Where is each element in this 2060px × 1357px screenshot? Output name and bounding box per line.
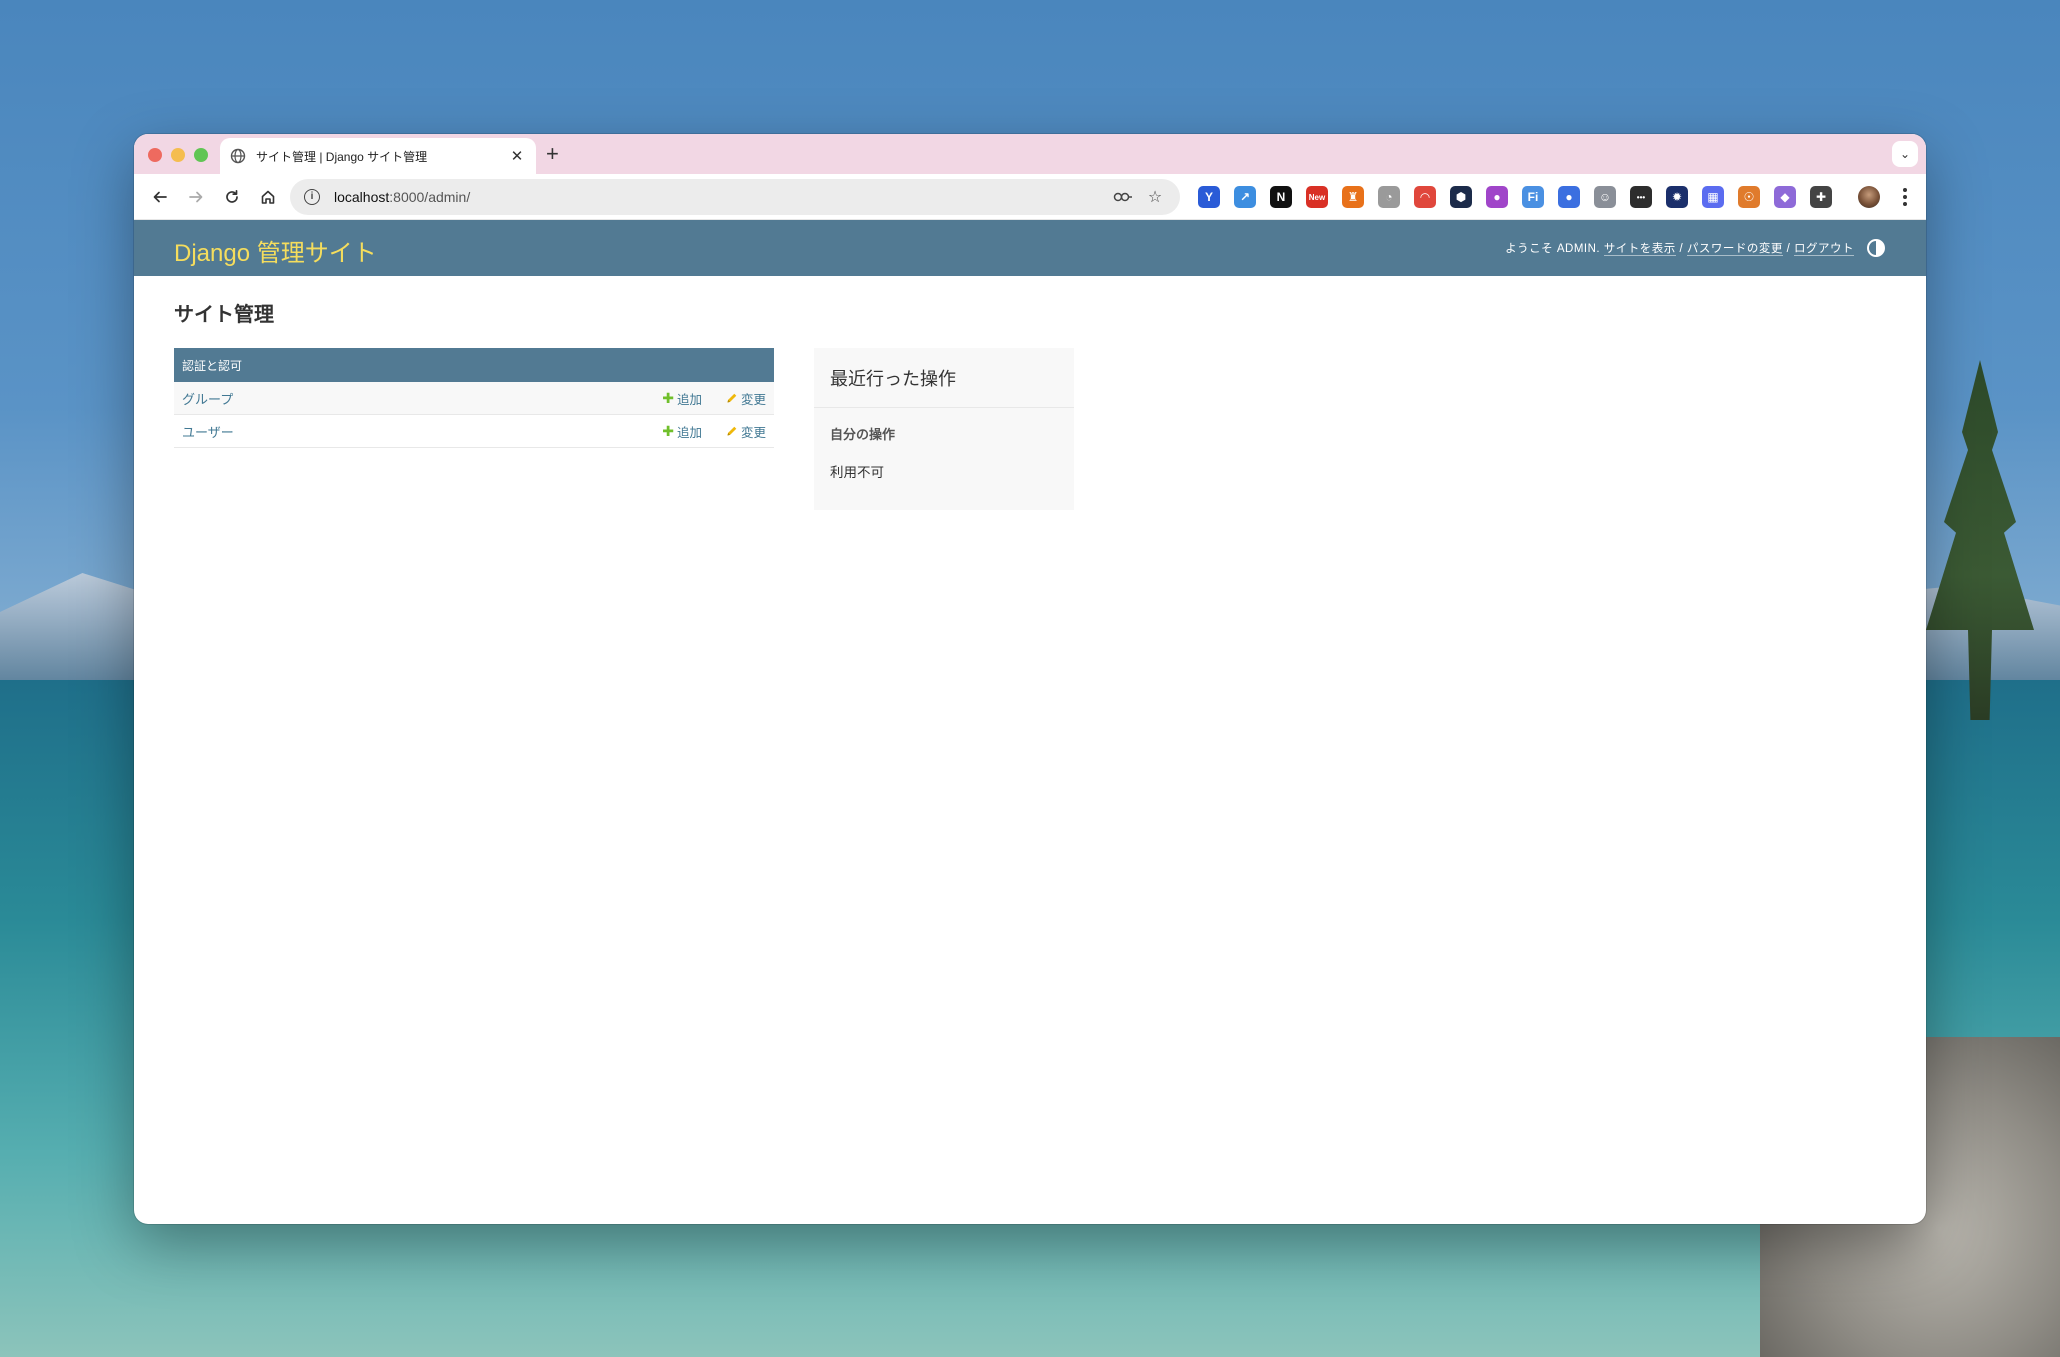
change-group-link[interactable]: 変更 bbox=[726, 389, 766, 408]
change-password-link[interactable]: パスワードの変更 bbox=[1686, 243, 1783, 256]
theme-toggle-icon[interactable] bbox=[1866, 238, 1886, 258]
view-site-link[interactable]: サイトを表示 bbox=[1603, 243, 1676, 256]
snail-icon[interactable]: ☉ bbox=[1738, 186, 1760, 208]
rss-icon[interactable]: ◔ bbox=[1378, 186, 1400, 208]
recent-actions-panel: 最近行った操作 自分の操作 利用不可 bbox=[814, 348, 1074, 510]
sunburst-icon[interactable]: ✹ bbox=[1666, 186, 1688, 208]
v-logo-icon[interactable]: Y bbox=[1198, 186, 1220, 208]
recent-actions-title: 最近行った操作 bbox=[814, 348, 1074, 408]
hexagon-icon[interactable]: ⬢ bbox=[1450, 186, 1472, 208]
pencil-icon bbox=[726, 425, 738, 437]
new-badge-icon[interactable]: New bbox=[1306, 186, 1328, 208]
tab-active[interactable]: サイト管理 | Django サイト管理 ✕ bbox=[220, 138, 536, 174]
password-key-icon[interactable] bbox=[1112, 186, 1134, 208]
address-bar[interactable]: i localhost:8000/admin/ ☆ bbox=[290, 179, 1180, 215]
bookmark-star-icon[interactable]: ☆ bbox=[1144, 186, 1166, 208]
tab-strip: サイト管理 | Django サイト管理 ✕ + ⌄ bbox=[134, 134, 1926, 174]
logout-link[interactable]: ログアウト bbox=[1794, 243, 1854, 256]
model-row-groups: グループ ✚ 追加 変更 bbox=[174, 382, 774, 415]
my-actions-heading: 自分の操作 bbox=[830, 427, 896, 442]
profile-avatar[interactable] bbox=[1858, 186, 1880, 208]
model-link-users[interactable]: ユーザー bbox=[182, 422, 638, 441]
new-tab-button[interactable]: + bbox=[546, 142, 559, 166]
change-user-link[interactable]: 変更 bbox=[726, 422, 766, 441]
no-actions-text: 利用不可 bbox=[830, 465, 884, 480]
dots-square-icon[interactable]: ••• bbox=[1630, 186, 1652, 208]
robot-icon[interactable]: ☺ bbox=[1594, 186, 1616, 208]
tab-close-icon[interactable]: ✕ bbox=[508, 147, 526, 165]
add-group-link[interactable]: ✚ 追加 bbox=[662, 389, 702, 408]
pencil-icon bbox=[726, 392, 738, 404]
welcome-text: ようこそ ADMIN. bbox=[1505, 243, 1601, 255]
site-brand-link[interactable]: Django 管理サイト bbox=[174, 233, 377, 268]
red-swirl-icon[interactable]: ◠ bbox=[1414, 186, 1436, 208]
model-link-groups[interactable]: グループ bbox=[182, 389, 638, 408]
module-caption[interactable]: 認証と認可 bbox=[174, 348, 774, 382]
admin-header: Django 管理サイト ようこそ ADMIN. サイトを表示 / パスワードの… bbox=[134, 220, 1926, 276]
url-text[interactable]: localhost:8000/admin/ bbox=[334, 189, 1102, 205]
module-rows: グループ ✚ 追加 変更 ユーザー ✚ 追加 変更 bbox=[174, 382, 774, 448]
zoom-window-button[interactable] bbox=[194, 148, 208, 162]
page-title: サイト管理 bbox=[174, 304, 274, 326]
grid-icon[interactable]: ▦ bbox=[1702, 186, 1724, 208]
browser-toolbar: i localhost:8000/admin/ ☆ Y ↗ N New ♜ ◔ ◠ ⬢ ● Fi ●… bbox=[134, 174, 1926, 220]
globe-icon bbox=[230, 148, 246, 164]
minimize-window-button[interactable] bbox=[171, 148, 185, 162]
model-row-users: ユーザー ✚ 追加 変更 bbox=[174, 415, 774, 448]
tab-search-chevron-icon[interactable]: ⌄ bbox=[1892, 141, 1918, 167]
fox-icon[interactable]: ♜ bbox=[1342, 186, 1364, 208]
site-info-icon[interactable]: i bbox=[304, 189, 320, 205]
notion-icon[interactable]: N bbox=[1270, 186, 1292, 208]
app-module-auth: 認証と認可 グループ ✚ 追加 変更 ユーザー ✚ 追加 変更 bbox=[174, 348, 774, 448]
plus-icon: ✚ bbox=[662, 390, 674, 406]
browser-menu-icon[interactable] bbox=[1896, 184, 1914, 210]
forward-arrow-icon[interactable] bbox=[184, 185, 208, 209]
share-icon[interactable]: ↗ bbox=[1234, 186, 1256, 208]
separator: / bbox=[1782, 243, 1794, 255]
extensions-bar: Y ↗ N New ♜ ◔ ◠ ⬢ ● Fi ● ☺ ••• ✹ ▦ ☉ ◆ ✚ bbox=[1198, 184, 1846, 210]
home-icon[interactable] bbox=[256, 185, 280, 209]
puzzle-icon[interactable]: ✚ bbox=[1810, 186, 1832, 208]
close-window-button[interactable] bbox=[148, 148, 162, 162]
blue-dot-icon[interactable]: ● bbox=[1558, 186, 1580, 208]
crystal-icon[interactable]: ◆ bbox=[1774, 186, 1796, 208]
back-arrow-icon[interactable] bbox=[148, 185, 172, 209]
plus-icon: ✚ bbox=[662, 423, 674, 439]
add-user-link[interactable]: ✚ 追加 bbox=[662, 422, 702, 441]
tab-title: サイト管理 | Django サイト管理 bbox=[256, 149, 428, 164]
purple-square-icon[interactable]: ● bbox=[1486, 186, 1508, 208]
reload-icon[interactable] bbox=[220, 185, 244, 209]
separator: / bbox=[1675, 243, 1687, 255]
browser-window: サイト管理 | Django サイト管理 ✕ + ⌄ i localhost:8… bbox=[134, 134, 1926, 1224]
fi-icon[interactable]: Fi bbox=[1522, 186, 1544, 208]
user-tools: ようこそ ADMIN. サイトを表示 / パスワードの変更 / ログアウト bbox=[1505, 240, 1854, 256]
